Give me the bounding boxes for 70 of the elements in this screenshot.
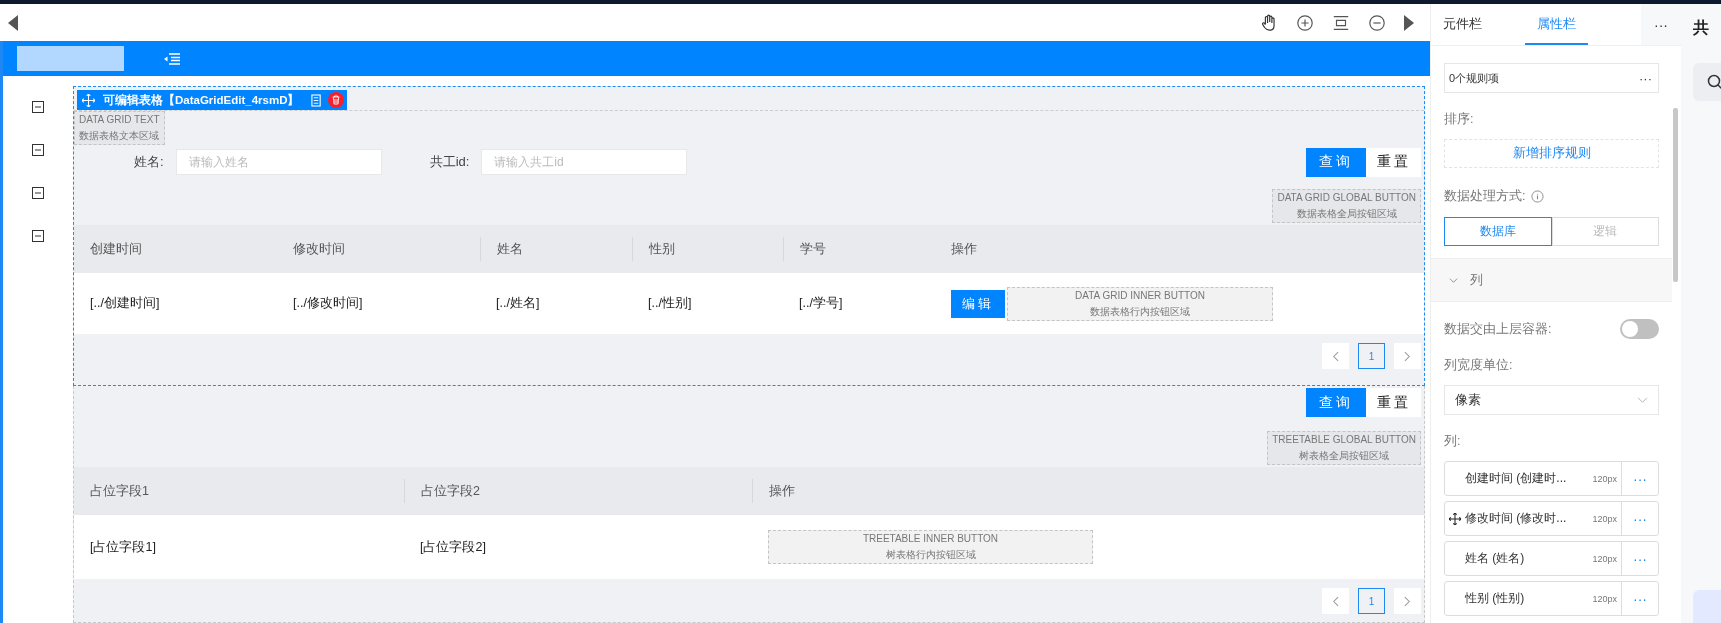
- collapse-right-icon[interactable]: [1404, 14, 1414, 31]
- collapse-left-icon[interactable]: [8, 14, 18, 31]
- fit-icon[interactable]: [1332, 13, 1350, 32]
- column-item[interactable]: 创建时间 (创建时... 120px ···: [1444, 461, 1659, 496]
- column-header: 性别: [649, 240, 675, 258]
- edit-button[interactable]: 编辑: [951, 289, 1005, 318]
- collapse-icon[interactable]: [32, 144, 44, 156]
- add-sort-rule-button[interactable]: 新增排序规则: [1444, 139, 1659, 168]
- more-button[interactable]: ···: [1641, 4, 1681, 45]
- column-item[interactable]: 修改时间 (修改时... 120px ···: [1444, 501, 1659, 536]
- field-label: 数据交由上层容器:: [1444, 320, 1552, 338]
- column-item[interactable]: 性别 (性别) 120px ···: [1444, 581, 1659, 616]
- chevron-left-icon: [1332, 595, 1339, 607]
- field-label: 列宽度单位:: [1444, 357, 1514, 374]
- column-header: 占位字段1: [90, 482, 149, 500]
- reset-button[interactable]: 重置: [1366, 388, 1421, 417]
- column-header: 姓名: [497, 240, 523, 258]
- unit-select[interactable]: 像素: [1444, 385, 1659, 415]
- column-header: 操作: [769, 482, 795, 500]
- table-cell: [../修改时间]: [293, 295, 363, 312]
- rules-field[interactable]: 0个规则项 ···: [1444, 63, 1659, 93]
- chevron-down-icon: [1637, 396, 1648, 404]
- copy-icon[interactable]: [311, 93, 323, 107]
- filter-input[interactable]: 请输入共工id: [481, 149, 688, 175]
- filter-label: 姓名:: [134, 153, 164, 171]
- section-header[interactable]: 列: [1431, 258, 1672, 302]
- query-button[interactable]: 查询: [1306, 388, 1366, 417]
- field-label: 排序:: [1444, 111, 1475, 128]
- filter-label: 共工id:: [429, 153, 470, 171]
- delete-icon[interactable]: [328, 92, 345, 108]
- toggle-switch[interactable]: [1620, 319, 1659, 339]
- menu-fold-icon[interactable]: [164, 52, 180, 65]
- collapse-icon[interactable]: [32, 101, 44, 113]
- column-header: 占位字段2: [421, 482, 480, 500]
- panel-tab[interactable]: 属性栏: [1525, 4, 1588, 45]
- table-cell: [../创建时间]: [90, 295, 160, 312]
- collapse-icon[interactable]: [32, 187, 44, 199]
- chevron-left-icon: [1332, 350, 1339, 362]
- table-cell: [占位字段2]: [420, 538, 486, 556]
- table-cell: [../学号]: [799, 295, 843, 312]
- chevron-right-icon: [1404, 350, 1411, 362]
- collapse-icon[interactable]: [32, 230, 44, 242]
- chevron-right-icon: [1404, 595, 1411, 607]
- zoom-out-icon[interactable]: [1368, 13, 1386, 32]
- search-icon: [1707, 74, 1721, 90]
- component-title: 可编辑表格【DataGridEdit_4rsmD】: [103, 92, 300, 108]
- text-area-zone: DATA GRID TEXT 数据表格文本区域: [74, 111, 165, 145]
- hand-icon[interactable]: [1260, 13, 1278, 32]
- move-icon[interactable]: [1449, 512, 1461, 525]
- filter-input[interactable]: 请输入姓名: [175, 149, 382, 175]
- column-header: 操作: [951, 240, 977, 258]
- column-header: 学号: [800, 240, 826, 258]
- panel-tab[interactable]: 元件栏: [1431, 4, 1497, 45]
- mode-option[interactable]: 数据库: [1444, 217, 1552, 246]
- inner-button-area: DATA GRID INNER BUTTON 数据表格行内按钮区域: [1007, 286, 1273, 321]
- table-cell: [../性别]: [648, 295, 692, 312]
- column-item[interactable]: 姓名 (姓名) 120px ···: [1444, 541, 1659, 576]
- zoom-in-icon[interactable]: [1296, 13, 1314, 32]
- table-cell: [../姓名]: [496, 295, 540, 312]
- reset-button[interactable]: 重置: [1366, 147, 1421, 177]
- inner-button-area: TREETABLE INNER BUTTON 树表格行内按钮区域: [768, 530, 1093, 564]
- global-button-area: DATA GRID GLOBAL BUTTON 数据表格全局按钮区域: [1272, 189, 1421, 223]
- column-header: 创建时间: [90, 240, 142, 258]
- field-label: 数据处理方式:: [1444, 188, 1526, 205]
- column-header: 修改时间: [293, 240, 345, 258]
- global-button-area: TREETABLE GLOBAL BUTTON 树表格全局按钮区域: [1267, 431, 1421, 465]
- page-title: 共: [1693, 18, 1710, 38]
- query-button[interactable]: 查询: [1306, 147, 1366, 177]
- field-label: 列:: [1444, 433, 1462, 450]
- table-cell: [占位字段1]: [90, 538, 156, 556]
